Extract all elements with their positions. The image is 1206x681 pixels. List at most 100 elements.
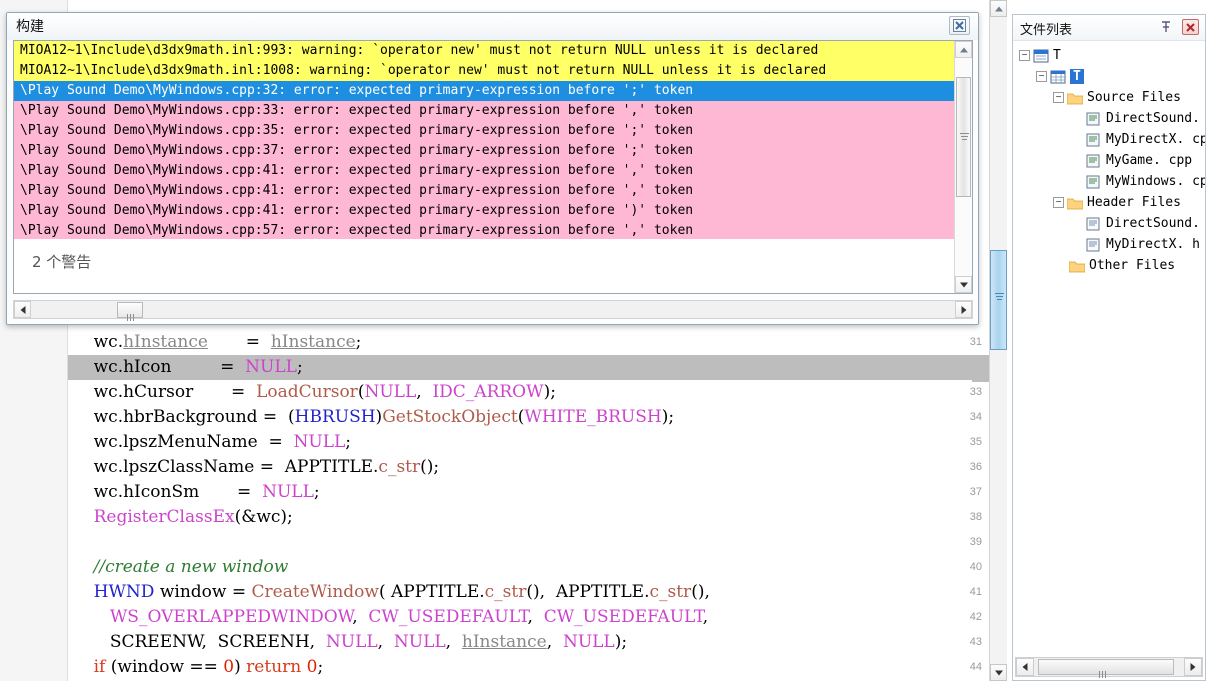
- code-token: hInstance: [270, 332, 356, 352]
- code-token: c_str: [649, 582, 692, 602]
- code-line[interactable]: WS_OVERLAPPEDWINDOW, CW_USEDEFAULT, CW_U…: [72, 605, 712, 630]
- tree-item-label: Source Files: [1087, 90, 1181, 105]
- build-message-row[interactable]: \Play Sound Demo\MyWindows.cpp:41: error…: [14, 181, 954, 201]
- build-message-row[interactable]: \Play Sound Demo\MyWindows.cpp:41: error…: [14, 201, 954, 221]
- code-token: wc.: [72, 332, 124, 352]
- build-message-panel[interactable]: MIOA12~1\Include\d3dx9math.inl:993: warn…: [13, 40, 973, 294]
- editor-vertical-scrollbar[interactable]: [989, 0, 1007, 681]
- code-line[interactable]: RegisterClassEx(&wc);: [72, 505, 297, 530]
- build-horizontal-scrollbar[interactable]: [13, 300, 973, 321]
- line-number: 33: [969, 386, 982, 398]
- tree-item[interactable]: − T: [1013, 66, 1205, 87]
- tree-item[interactable]: − Source Files: [1013, 87, 1205, 108]
- build-message-row[interactable]: MIOA12~1\Include\d3dx9math.inl:993: warn…: [14, 41, 954, 61]
- app-root: 31 wc.hInstance = hInstance;32 wc.hIcon …: [0, 0, 1206, 681]
- build-scroll-right-button[interactable]: [955, 301, 972, 318]
- tree-item[interactable]: DirectSound.: [1013, 108, 1205, 129]
- cpp-file-icon: [1086, 154, 1102, 168]
- code-token: WS_OVERLAPPEDWINDOW: [109, 607, 353, 627]
- build-scroll-up-button[interactable]: [955, 41, 972, 58]
- code-token: ;: [313, 482, 320, 502]
- line-number: 44: [969, 661, 982, 673]
- tree-expander-icon[interactable]: −: [1053, 197, 1064, 208]
- code-line[interactable]: HWND window = CreateWindow( APPTITLE.c_s…: [72, 580, 714, 605]
- code-token: wc.hIconSm =: [72, 482, 263, 502]
- tree-item[interactable]: DirectSound.: [1013, 213, 1205, 234]
- code-token: ;: [355, 332, 362, 352]
- tree-item[interactable]: − T: [1013, 45, 1205, 66]
- code-token: NULL: [325, 632, 378, 652]
- code-line[interactable]: SCREENW, SCREENH, NULL, NULL, hInstance,…: [72, 630, 631, 655]
- tree-item[interactable]: MyDirectX. cp: [1013, 129, 1205, 150]
- tree-item[interactable]: − Header Files: [1013, 192, 1205, 213]
- tree-scroll-left-button[interactable]: [1016, 658, 1034, 676]
- tree-expander-icon[interactable]: −: [1036, 71, 1047, 82]
- tree-item-label: T: [1053, 48, 1061, 63]
- build-close-button[interactable]: [949, 16, 970, 35]
- tree-item[interactable]: MyWindows. cp: [1013, 171, 1205, 192]
- code-token: );: [661, 407, 675, 427]
- code-token: NULL: [393, 632, 446, 652]
- file-tree-horizontal-scrollbar[interactable]: [1015, 657, 1203, 678]
- file-tree[interactable]: − T − T − Source Files DirectSound. MyDirectX. …: [1013, 41, 1205, 654]
- code-line[interactable]: wc.hIcon = NULL;: [72, 355, 307, 380]
- editor-scroll-thumb[interactable]: [990, 250, 1007, 350]
- grip-icon: [960, 133, 969, 142]
- build-message-row[interactable]: \Play Sound Demo\MyWindows.cpp:32: error…: [14, 81, 954, 101]
- build-output-window[interactable]: 构建 MIOA12~1\Include\d3dx9math.inl:993: w…: [6, 12, 979, 325]
- code-token: c_str: [484, 582, 527, 602]
- tree-item[interactable]: Other Files: [1013, 255, 1205, 276]
- code-line[interactable]: //create a new window: [72, 555, 292, 580]
- code-token: ;: [317, 657, 324, 677]
- code-line[interactable]: if (window == 0) return 0;: [72, 655, 327, 680]
- tree-scroll-right-button[interactable]: [1184, 658, 1202, 676]
- code-token: (), APPTITLE.: [526, 582, 650, 602]
- code-line[interactable]: wc.hCursor = LoadCursor(NULL, IDC_ARROW)…: [72, 380, 560, 405]
- editor-scroll-down-button[interactable]: [990, 664, 1007, 681]
- build-message-row[interactable]: \Play Sound Demo\MyWindows.cpp:33: error…: [14, 101, 954, 121]
- build-message-row[interactable]: \Play Sound Demo\MyWindows.cpp:41: error…: [14, 161, 954, 181]
- pin-icon[interactable]: [1159, 20, 1173, 34]
- tree-hscroll-thumb[interactable]: [1038, 659, 1174, 678]
- build-message-row[interactable]: MIOA12~1\Include\d3dx9math.inl:1008: war…: [14, 61, 954, 81]
- code-token: ();: [420, 457, 440, 477]
- tree-expander-icon[interactable]: −: [1053, 92, 1064, 103]
- chevron-left-icon: [20, 305, 25, 314]
- file-list-panel[interactable]: 文件列表 − T − T − Source Files DirectSound. MyDire…: [1012, 14, 1206, 681]
- code-line[interactable]: wc.lpszClassName = APPTITLE.c_str();: [72, 455, 443, 480]
- chevron-up-icon: [994, 6, 1003, 11]
- code-token: ,: [416, 382, 433, 402]
- code-token: (),: [691, 582, 710, 602]
- code-token: c_str: [378, 457, 421, 477]
- build-message-row[interactable]: \Play Sound Demo\MyWindows.cpp:35: error…: [14, 121, 954, 141]
- code-line[interactable]: wc.lpszMenuName = NULL;: [72, 430, 355, 455]
- code-line[interactable]: wc.hIconSm = NULL;: [72, 480, 324, 505]
- tree-expander-icon[interactable]: −: [1019, 50, 1030, 61]
- build-message-row[interactable]: \Play Sound Demo\MyWindows.cpp:37: error…: [14, 141, 954, 161]
- cpp-file-icon: [1086, 175, 1102, 189]
- editor-scroll-up-button[interactable]: [990, 0, 1007, 17]
- code-line[interactable]: [72, 530, 76, 555]
- tree-item[interactable]: MyGame. cpp: [1013, 150, 1205, 171]
- code-token: ( APPTITLE.: [378, 582, 485, 602]
- build-vertical-scrollbar[interactable]: [954, 41, 972, 293]
- build-scroll-thumb[interactable]: [956, 77, 971, 197]
- tree-item[interactable]: MyDirectX. h: [1013, 234, 1205, 255]
- build-scroll-left-button[interactable]: [14, 301, 31, 318]
- build-scroll-down-button[interactable]: [955, 276, 972, 293]
- tree-item-label: MyWindows. cp: [1106, 174, 1205, 189]
- build-message-row[interactable]: \Play Sound Demo\MyWindows.cpp:57: error…: [14, 221, 954, 241]
- chevron-right-icon: [1190, 663, 1196, 671]
- tree-item-label: MyDirectX. h: [1106, 237, 1200, 252]
- code-token: SCREENW, SCREENH,: [72, 632, 326, 652]
- line-number: 41: [969, 586, 982, 598]
- code-line[interactable]: wc.hbrBackground = (HBRUSH)GetStockObjec…: [72, 405, 678, 430]
- file-list-close-button[interactable]: [1182, 19, 1199, 35]
- code-token: wc.lpszMenuName =: [72, 432, 294, 452]
- line-number: 36: [969, 461, 982, 473]
- code-token: );: [614, 632, 628, 652]
- build-hscroll-thumb[interactable]: [117, 302, 143, 321]
- code-line[interactable]: wc.hInstance = hInstance;: [72, 330, 365, 355]
- chevron-up-icon: [959, 47, 968, 52]
